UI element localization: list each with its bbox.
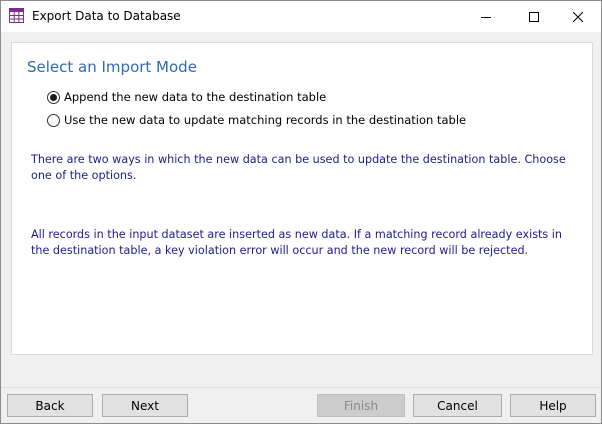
finish-button[interactable]: Finish <box>317 394 405 417</box>
maximize-button[interactable] <box>511 1 557 32</box>
close-icon <box>573 11 583 22</box>
next-button[interactable]: Next <box>102 394 188 417</box>
append-option[interactable]: Append the new data to the destination t… <box>47 88 326 106</box>
import-mode-panel: Select an Import Mode Append the new dat… <box>11 42 593 355</box>
back-button[interactable]: Back <box>7 394 93 417</box>
append-option-label[interactable]: Append the new data to the destination t… <box>64 90 326 104</box>
cancel-button[interactable]: Cancel <box>413 394 502 417</box>
append-radio[interactable] <box>47 90 60 104</box>
minimize-button[interactable] <box>463 1 509 32</box>
section-title: Select an Import Mode <box>27 58 197 76</box>
update-option[interactable]: Use the new data to update matching reco… <box>47 111 466 129</box>
help-button[interactable]: Help <box>510 394 596 417</box>
minimize-icon <box>481 12 491 22</box>
maximize-icon <box>529 11 539 22</box>
close-button[interactable] <box>555 1 601 32</box>
update-option-label[interactable]: Use the new data to update matching reco… <box>64 113 466 127</box>
export-dialog-window: Export Data to Database Select an Import… <box>0 0 602 424</box>
title-bar[interactable]: Export Data to Database <box>1 1 601 32</box>
footer-divider <box>1 387 601 388</box>
mode-description-text: All records in the input dataset are ins… <box>31 228 563 257</box>
window-title: Export Data to Database <box>32 9 181 23</box>
table-grid-icon <box>9 8 24 23</box>
mode-intro-text: There are two ways in which the new data… <box>31 153 566 182</box>
update-radio[interactable] <box>47 113 60 127</box>
